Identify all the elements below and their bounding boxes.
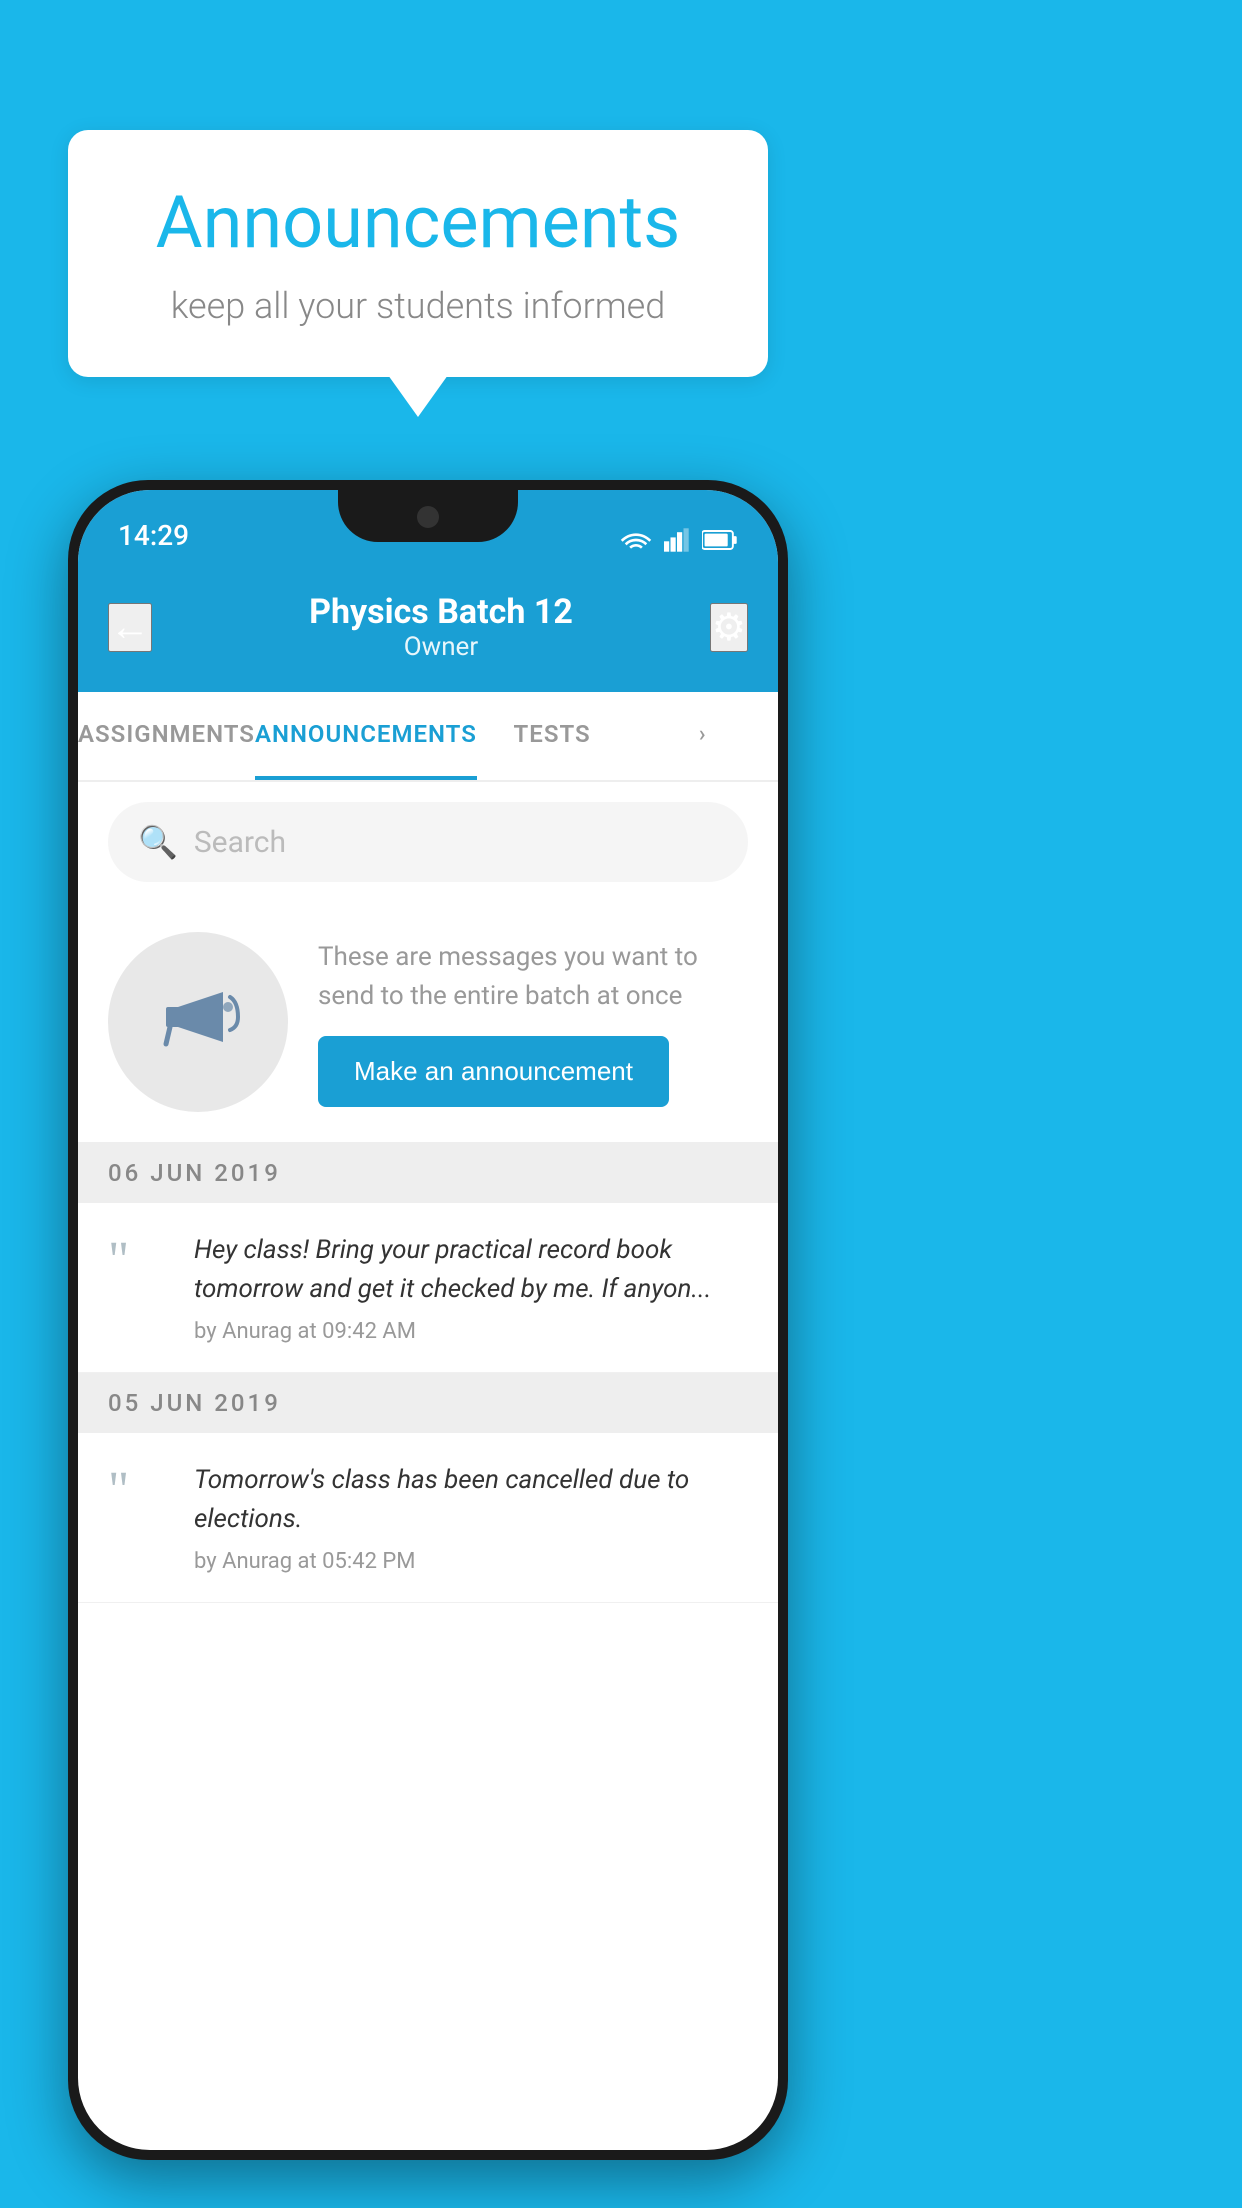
search-container: 🔍 Search xyxy=(78,782,778,902)
announcement-meta-2: by Anurag at 05:42 PM xyxy=(194,1549,748,1574)
search-icon: 🔍 xyxy=(138,823,178,861)
announcement-content-2: Tomorrow's class has been cancelled due … xyxy=(194,1461,748,1574)
back-button[interactable]: ← xyxy=(108,603,152,652)
phone-frame: 14:29 xyxy=(68,480,788,2160)
make-announcement-button[interactable]: Make an announcement xyxy=(318,1036,669,1107)
camera-dot xyxy=(417,506,439,528)
phone-notch xyxy=(338,490,518,542)
app-bar-title: Physics Batch 12 xyxy=(172,592,710,632)
search-bar[interactable]: 🔍 Search xyxy=(108,802,748,882)
bubble-title: Announcements xyxy=(128,180,708,265)
quote-icon-2: " xyxy=(108,1465,168,1517)
phone-mockup: 14:29 xyxy=(68,480,788,2160)
tabs-container: ASSIGNMENTS ANNOUNCEMENTS TESTS › xyxy=(78,692,778,782)
announcement-icon-circle xyxy=(108,932,288,1112)
tab-assignments[interactable]: ASSIGNMENTS xyxy=(78,692,255,780)
announcement-meta-1: by Anurag at 09:42 AM xyxy=(194,1319,748,1344)
wifi-icon xyxy=(620,528,652,552)
promo-description: These are messages you want to send to t… xyxy=(318,938,748,1016)
phone-screen: 14:29 xyxy=(78,490,778,2150)
app-bar: ← Physics Batch 12 Owner ⚙ xyxy=(78,562,778,692)
app-bar-title-container: Physics Batch 12 Owner xyxy=(172,592,710,662)
announcement-content-1: Hey class! Bring your practical record b… xyxy=(194,1231,748,1344)
speech-bubble-container: Announcements keep all your students inf… xyxy=(68,130,768,377)
announcement-item-2[interactable]: " Tomorrow's class has been cancelled du… xyxy=(78,1433,778,1603)
signal-icon xyxy=(664,528,690,552)
promo-section: These are messages you want to send to t… xyxy=(78,902,778,1143)
battery-icon xyxy=(702,528,738,552)
status-time: 14:29 xyxy=(118,519,189,552)
bubble-subtitle: keep all your students informed xyxy=(128,285,708,327)
tab-announcements[interactable]: ANNOUNCEMENTS xyxy=(255,692,477,780)
tab-tests[interactable]: TESTS xyxy=(477,692,628,780)
announcement-text-2: Tomorrow's class has been cancelled due … xyxy=(194,1461,748,1539)
app-bar-subtitle: Owner xyxy=(172,632,710,662)
date-separator-1: 06 JUN 2019 xyxy=(78,1143,778,1203)
date-separator-2: 05 JUN 2019 xyxy=(78,1373,778,1433)
tab-more[interactable]: › xyxy=(627,692,778,780)
promo-content: These are messages you want to send to t… xyxy=(318,938,748,1107)
settings-button[interactable]: ⚙ xyxy=(710,603,748,652)
speech-bubble: Announcements keep all your students inf… xyxy=(68,130,768,377)
search-placeholder: Search xyxy=(194,825,286,860)
status-icons xyxy=(620,528,738,552)
quote-icon-1: " xyxy=(108,1235,168,1287)
announcement-item-1[interactable]: " Hey class! Bring your practical record… xyxy=(78,1203,778,1373)
announcement-text-1: Hey class! Bring your practical record b… xyxy=(194,1231,748,1309)
megaphone-icon xyxy=(148,972,248,1072)
